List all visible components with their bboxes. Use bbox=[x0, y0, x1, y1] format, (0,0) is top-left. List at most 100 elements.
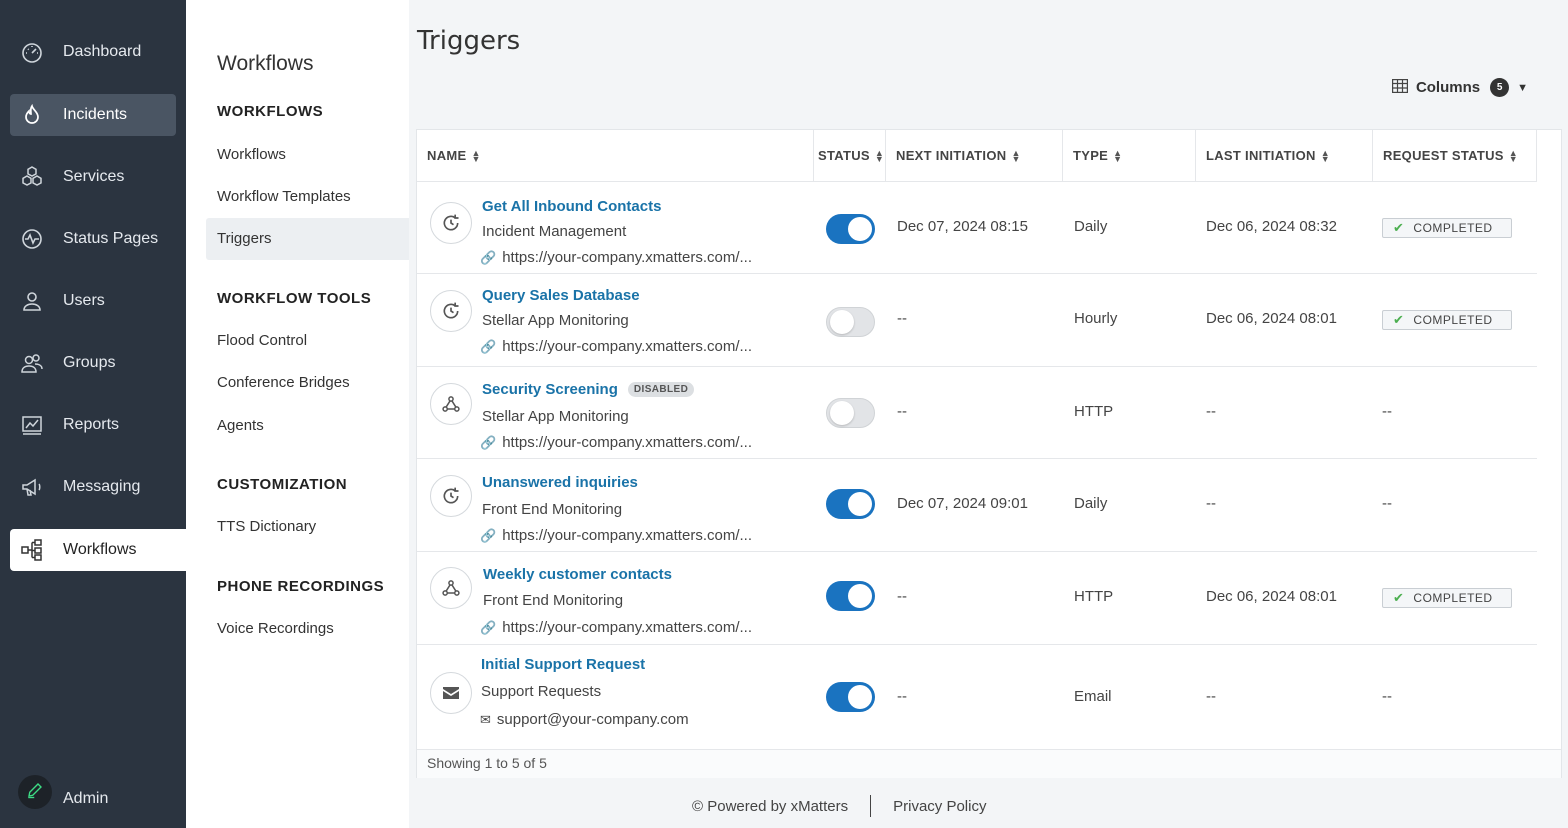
nav-item-reports[interactable]: Reports bbox=[10, 404, 176, 446]
columns-button[interactable]: Columns 5 ▼ bbox=[1391, 78, 1528, 97]
subnav-link-conference-bridges[interactable]: Conference Bridges bbox=[217, 374, 350, 391]
link-icon: 🔗 bbox=[480, 434, 497, 450]
nav-item-status-pages[interactable]: Status Pages bbox=[10, 218, 176, 260]
next-initiation: -- bbox=[897, 688, 907, 705]
main-nav: Dashboard Incidents Services Status Page… bbox=[0, 0, 186, 828]
trigger-workflow: Stellar App Monitoring bbox=[482, 312, 629, 329]
next-initiation: -- bbox=[897, 403, 907, 420]
trigger-name-link[interactable]: Security Screening DISABLED bbox=[482, 381, 695, 398]
hexagons-icon bbox=[18, 163, 46, 191]
subnav-title: Workflows bbox=[217, 52, 314, 75]
last-initiation: Dec 06, 2024 08:01 bbox=[1206, 310, 1337, 327]
check-icon: ✔ bbox=[1393, 312, 1405, 327]
link-icon: 🔗 bbox=[480, 619, 497, 635]
subnav-link-triggers[interactable]: Triggers bbox=[217, 230, 271, 247]
table-row: Query Sales Database Stellar App Monitor… bbox=[417, 274, 1537, 367]
column-header-request-status[interactable]: REQUEST STATUS ▲ ▼ bbox=[1373, 130, 1537, 181]
trigger-name-link[interactable]: Query Sales Database bbox=[482, 287, 640, 304]
triggers-table: NAME ▲ ▼ STATUS ▲ ▼ NEXT INITIATION ▲ ▼ TYPE ▲ ▼… bbox=[416, 129, 1562, 778]
trigger-workflow: Stellar App Monitoring bbox=[482, 408, 629, 425]
nav-item-incidents[interactable]: Incidents bbox=[10, 94, 176, 136]
nav-item-groups[interactable]: Groups bbox=[10, 342, 176, 384]
column-header-type[interactable]: TYPE ▲ ▼ bbox=[1063, 130, 1196, 181]
next-initiation: Dec 07, 2024 08:15 bbox=[897, 218, 1028, 235]
check-icon: ✔ bbox=[1393, 220, 1405, 235]
subnav-section-phone-recordings: PHONE RECORDINGS bbox=[217, 578, 385, 595]
status-badge: ✔ COMPLETED bbox=[1382, 588, 1512, 608]
trigger-name-link[interactable]: Weekly customer contacts bbox=[483, 566, 672, 583]
table-row: Initial Support Request Support Requests… bbox=[417, 645, 1537, 749]
trigger-type: Hourly bbox=[1074, 310, 1118, 327]
flow-icon bbox=[18, 536, 46, 564]
trigger-workflow: Front End Monitoring bbox=[483, 592, 624, 609]
subnav-link-tts-dictionary[interactable]: TTS Dictionary bbox=[217, 518, 316, 535]
trigger-url: 🔗 https://your-company.xmatters.com/... bbox=[480, 249, 752, 266]
trigger-type: HTTP bbox=[1074, 588, 1114, 605]
sort-icon: ▲ ▼ bbox=[1508, 147, 1518, 164]
trigger-type: Email bbox=[1074, 688, 1112, 705]
footer-divider bbox=[870, 795, 872, 817]
status-toggle[interactable] bbox=[826, 214, 875, 244]
column-header-last-initiation[interactable]: LAST INITIATION ▲ ▼ bbox=[1196, 130, 1373, 181]
subnav-link-workflow-templates[interactable]: Workflow Templates bbox=[217, 188, 351, 205]
user-icon bbox=[18, 287, 46, 315]
trigger-name-link[interactable]: Get All Inbound Contacts bbox=[482, 198, 661, 215]
subnav-link-workflows[interactable]: Workflows bbox=[217, 146, 286, 163]
subnav-section-workflow-tools: WORKFLOW TOOLS bbox=[217, 290, 372, 307]
nav-item-users[interactable]: Users bbox=[10, 280, 176, 322]
page-footer: © Powered by xMatters Privacy Policy bbox=[692, 795, 986, 817]
table-row: Security Screening DISABLED Stellar App M… bbox=[417, 367, 1537, 459]
nav-label: Workflows bbox=[63, 541, 137, 558]
column-header-status[interactable]: STATUS ▲ ▼ bbox=[814, 130, 886, 181]
nav-item-services[interactable]: Services bbox=[10, 156, 176, 198]
trigger-name-link[interactable]: Initial Support Request bbox=[481, 656, 645, 673]
subnav-link-flood-control[interactable]: Flood Control bbox=[217, 332, 307, 349]
column-header-name[interactable]: NAME ▲ ▼ bbox=[417, 130, 814, 181]
trigger-url: 🔗 https://your-company.xmatters.com/... bbox=[480, 527, 752, 544]
disabled-tag: DISABLED bbox=[627, 382, 695, 397]
privacy-policy-link[interactable]: Privacy Policy bbox=[893, 798, 986, 815]
last-initiation: -- bbox=[1206, 495, 1216, 512]
nav-item-dashboard[interactable]: Dashboard bbox=[10, 31, 176, 73]
webhook-icon bbox=[430, 383, 472, 425]
status-toggle[interactable] bbox=[826, 307, 875, 337]
last-initiation: Dec 06, 2024 08:32 bbox=[1206, 218, 1337, 235]
link-icon: 🔗 bbox=[480, 527, 497, 543]
trigger-name-link[interactable]: Unanswered inquiries bbox=[482, 474, 638, 491]
trigger-workflow: Incident Management bbox=[482, 223, 627, 240]
subnav-link-voice-recordings[interactable]: Voice Recordings bbox=[217, 620, 334, 637]
page-title: Triggers bbox=[417, 26, 521, 56]
trigger-type: Daily bbox=[1074, 218, 1108, 235]
status-toggle[interactable] bbox=[826, 398, 875, 428]
trigger-workflow: Front End Monitoring bbox=[482, 501, 623, 518]
status-toggle[interactable] bbox=[826, 682, 875, 712]
next-initiation: -- bbox=[897, 588, 907, 605]
flame-icon bbox=[18, 101, 46, 129]
nav-label: Status Pages bbox=[63, 230, 159, 247]
chart-icon bbox=[18, 411, 46, 439]
table-grid-icon bbox=[1391, 78, 1408, 97]
nav-label: Users bbox=[63, 292, 105, 309]
next-initiation: -- bbox=[897, 310, 907, 327]
trigger-workflow: Support Requests bbox=[481, 683, 602, 700]
nav-item-messaging[interactable]: Messaging bbox=[10, 466, 176, 508]
status-toggle[interactable] bbox=[826, 489, 875, 519]
nav-label: Groups bbox=[63, 354, 116, 371]
nav-item-workflows[interactable]: Workflows bbox=[10, 529, 186, 571]
subnav-section-workflows: WORKFLOWS bbox=[217, 103, 324, 120]
nav-label: Messaging bbox=[63, 478, 141, 495]
trigger-email: ✉ support@your-company.com bbox=[480, 711, 689, 728]
column-header-next-initiation[interactable]: NEXT INITIATION ▲ ▼ bbox=[886, 130, 1063, 181]
request-status: -- bbox=[1382, 688, 1392, 705]
last-initiation: -- bbox=[1206, 688, 1216, 705]
subnav-link-agents[interactable]: Agents bbox=[217, 417, 264, 434]
admin-label[interactable]: Admin bbox=[63, 790, 108, 808]
trigger-url: 🔗 https://your-company.xmatters.com/... bbox=[480, 338, 752, 355]
trigger-url: 🔗 https://your-company.xmatters.com/... bbox=[480, 434, 752, 451]
trigger-url: 🔗 https://your-company.xmatters.com/... bbox=[480, 619, 752, 636]
sort-icon: ▲ ▼ bbox=[874, 147, 885, 164]
status-toggle[interactable] bbox=[826, 581, 875, 611]
admin-avatar[interactable] bbox=[18, 775, 52, 809]
powered-by: © Powered by xMatters bbox=[692, 797, 849, 815]
speedometer-icon bbox=[18, 38, 46, 66]
